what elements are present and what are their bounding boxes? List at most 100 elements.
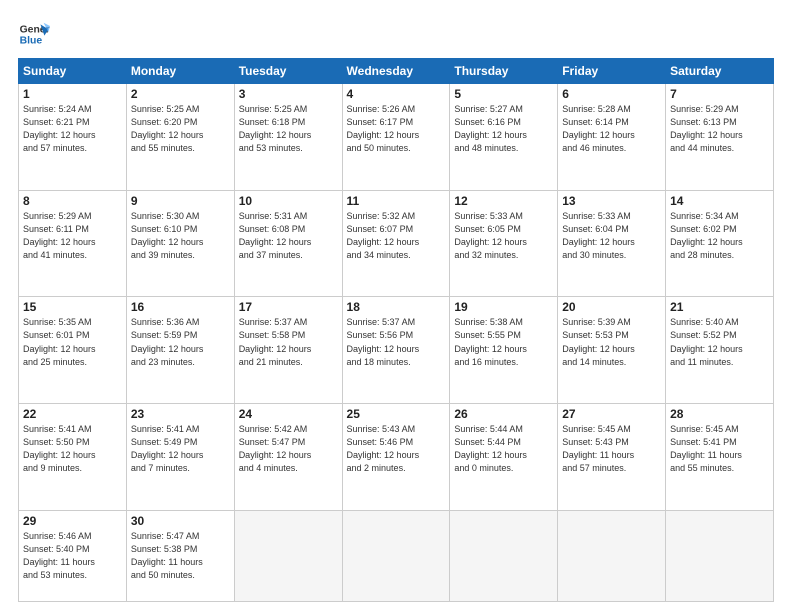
weekday-header-monday: Monday xyxy=(126,59,234,84)
calendar-cell: 21 Sunrise: 5:40 AM Sunset: 5:52 PM Dayli… xyxy=(666,297,774,404)
day-info: Sunrise: 5:25 AM Sunset: 6:20 PM Dayligh… xyxy=(131,103,230,155)
weekday-header-row: SundayMondayTuesdayWednesdayThursdayFrid… xyxy=(19,59,774,84)
calendar-week-row: 8 Sunrise: 5:29 AM Sunset: 6:11 PM Daylig… xyxy=(19,190,774,297)
weekday-header-tuesday: Tuesday xyxy=(234,59,342,84)
day-number: 5 xyxy=(454,87,553,101)
day-info: Sunrise: 5:31 AM Sunset: 6:08 PM Dayligh… xyxy=(239,210,338,262)
day-number: 27 xyxy=(562,407,661,421)
calendar-cell: 18 Sunrise: 5:37 AM Sunset: 5:56 PM Dayli… xyxy=(342,297,450,404)
calendar-cell: 11 Sunrise: 5:32 AM Sunset: 6:07 PM Dayli… xyxy=(342,190,450,297)
day-number: 7 xyxy=(670,87,769,101)
day-info: Sunrise: 5:44 AM Sunset: 5:44 PM Dayligh… xyxy=(454,423,553,475)
day-info: Sunrise: 5:32 AM Sunset: 6:07 PM Dayligh… xyxy=(347,210,446,262)
day-info: Sunrise: 5:39 AM Sunset: 5:53 PM Dayligh… xyxy=(562,316,661,368)
weekday-header-thursday: Thursday xyxy=(450,59,558,84)
header: General Blue xyxy=(18,18,774,50)
calendar-cell: 23 Sunrise: 5:41 AM Sunset: 5:49 PM Dayli… xyxy=(126,404,234,511)
logo: General Blue xyxy=(18,18,50,50)
calendar-week-row: 15 Sunrise: 5:35 AM Sunset: 6:01 PM Dayli… xyxy=(19,297,774,404)
day-info: Sunrise: 5:36 AM Sunset: 5:59 PM Dayligh… xyxy=(131,316,230,368)
calendar-cell: 13 Sunrise: 5:33 AM Sunset: 6:04 PM Dayli… xyxy=(558,190,666,297)
day-number: 30 xyxy=(131,514,230,528)
calendar-cell xyxy=(666,510,774,601)
day-number: 20 xyxy=(562,300,661,314)
day-info: Sunrise: 5:33 AM Sunset: 6:05 PM Dayligh… xyxy=(454,210,553,262)
day-info: Sunrise: 5:41 AM Sunset: 5:49 PM Dayligh… xyxy=(131,423,230,475)
day-number: 29 xyxy=(23,514,122,528)
calendar-week-row: 29 Sunrise: 5:46 AM Sunset: 5:40 PM Dayli… xyxy=(19,510,774,601)
calendar-cell xyxy=(234,510,342,601)
calendar-cell: 3Sunrise: 5:25 AM Sunset: 6:18 PM Daylig… xyxy=(234,84,342,191)
day-number: 12 xyxy=(454,194,553,208)
day-number: 17 xyxy=(239,300,338,314)
calendar-cell: 26Sunrise: 5:44 AM Sunset: 5:44 PM Dayli… xyxy=(450,404,558,511)
calendar-cell: 29 Sunrise: 5:46 AM Sunset: 5:40 PM Dayli… xyxy=(19,510,127,601)
weekday-header-wednesday: Wednesday xyxy=(342,59,450,84)
calendar-cell xyxy=(450,510,558,601)
day-number: 2 xyxy=(131,87,230,101)
calendar-cell: 2 Sunrise: 5:25 AM Sunset: 6:20 PM Daylig… xyxy=(126,84,234,191)
day-info: Sunrise: 5:29 AM Sunset: 6:13 PM Dayligh… xyxy=(670,103,769,155)
page: General Blue SundayMondayTuesdayWednesda… xyxy=(0,0,792,612)
calendar-cell: 15 Sunrise: 5:35 AM Sunset: 6:01 PM Dayli… xyxy=(19,297,127,404)
calendar-cell: 1 Sunrise: 5:24 AM Sunset: 6:21 PM Daylig… xyxy=(19,84,127,191)
calendar-cell: 4Sunrise: 5:26 AM Sunset: 6:17 PM Daylig… xyxy=(342,84,450,191)
day-number: 24 xyxy=(239,407,338,421)
day-info: Sunrise: 5:40 AM Sunset: 5:52 PM Dayligh… xyxy=(670,316,769,368)
calendar-cell: 30 Sunrise: 5:47 AM Sunset: 5:38 PM Dayli… xyxy=(126,510,234,601)
day-number: 23 xyxy=(131,407,230,421)
calendar-cell: 6 Sunrise: 5:28 AM Sunset: 6:14 PM Daylig… xyxy=(558,84,666,191)
day-number: 16 xyxy=(131,300,230,314)
day-info: Sunrise: 5:45 AM Sunset: 5:41 PM Dayligh… xyxy=(670,423,769,475)
day-info: Sunrise: 5:46 AM Sunset: 5:40 PM Dayligh… xyxy=(23,530,122,582)
day-info: Sunrise: 5:28 AM Sunset: 6:14 PM Dayligh… xyxy=(562,103,661,155)
calendar-cell: 16 Sunrise: 5:36 AM Sunset: 5:59 PM Dayli… xyxy=(126,297,234,404)
day-number: 18 xyxy=(347,300,446,314)
day-number: 11 xyxy=(347,194,446,208)
day-number: 21 xyxy=(670,300,769,314)
day-info: Sunrise: 5:34 AM Sunset: 6:02 PM Dayligh… xyxy=(670,210,769,262)
day-info: Sunrise: 5:30 AM Sunset: 6:10 PM Dayligh… xyxy=(131,210,230,262)
day-info: Sunrise: 5:37 AM Sunset: 5:56 PM Dayligh… xyxy=(347,316,446,368)
calendar-cell: 22 Sunrise: 5:41 AM Sunset: 5:50 PM Dayli… xyxy=(19,404,127,511)
day-info: Sunrise: 5:38 AM Sunset: 5:55 PM Dayligh… xyxy=(454,316,553,368)
calendar-week-row: 22 Sunrise: 5:41 AM Sunset: 5:50 PM Dayli… xyxy=(19,404,774,511)
calendar-cell: 10 Sunrise: 5:31 AM Sunset: 6:08 PM Dayli… xyxy=(234,190,342,297)
day-number: 6 xyxy=(562,87,661,101)
calendar-cell: 25Sunrise: 5:43 AM Sunset: 5:46 PM Dayli… xyxy=(342,404,450,511)
day-number: 4 xyxy=(347,87,446,101)
calendar-cell xyxy=(558,510,666,601)
day-number: 8 xyxy=(23,194,122,208)
day-info: Sunrise: 5:42 AM Sunset: 5:47 PM Dayligh… xyxy=(239,423,338,475)
day-info: Sunrise: 5:47 AM Sunset: 5:38 PM Dayligh… xyxy=(131,530,230,582)
calendar-cell: 9Sunrise: 5:30 AM Sunset: 6:10 PM Daylig… xyxy=(126,190,234,297)
svg-text:Blue: Blue xyxy=(20,36,43,47)
day-info: Sunrise: 5:29 AM Sunset: 6:11 PM Dayligh… xyxy=(23,210,122,262)
day-number: 22 xyxy=(23,407,122,421)
calendar-cell: 12 Sunrise: 5:33 AM Sunset: 6:05 PM Dayli… xyxy=(450,190,558,297)
day-number: 13 xyxy=(562,194,661,208)
weekday-header-saturday: Saturday xyxy=(666,59,774,84)
day-number: 15 xyxy=(23,300,122,314)
day-info: Sunrise: 5:45 AM Sunset: 5:43 PM Dayligh… xyxy=(562,423,661,475)
calendar-table: SundayMondayTuesdayWednesdayThursdayFrid… xyxy=(18,58,774,602)
calendar-week-row: 1 Sunrise: 5:24 AM Sunset: 6:21 PM Daylig… xyxy=(19,84,774,191)
weekday-header-friday: Friday xyxy=(558,59,666,84)
calendar-cell: 28Sunrise: 5:45 AM Sunset: 5:41 PM Dayli… xyxy=(666,404,774,511)
day-info: Sunrise: 5:33 AM Sunset: 6:04 PM Dayligh… xyxy=(562,210,661,262)
day-info: Sunrise: 5:41 AM Sunset: 5:50 PM Dayligh… xyxy=(23,423,122,475)
calendar-cell: 20 Sunrise: 5:39 AM Sunset: 5:53 PM Dayli… xyxy=(558,297,666,404)
day-number: 1 xyxy=(23,87,122,101)
logo-icon: General Blue xyxy=(18,18,50,50)
day-info: Sunrise: 5:24 AM Sunset: 6:21 PM Dayligh… xyxy=(23,103,122,155)
day-number: 3 xyxy=(239,87,338,101)
day-info: Sunrise: 5:37 AM Sunset: 5:58 PM Dayligh… xyxy=(239,316,338,368)
day-info: Sunrise: 5:27 AM Sunset: 6:16 PM Dayligh… xyxy=(454,103,553,155)
calendar-cell: 8 Sunrise: 5:29 AM Sunset: 6:11 PM Daylig… xyxy=(19,190,127,297)
day-number: 19 xyxy=(454,300,553,314)
calendar-cell xyxy=(342,510,450,601)
calendar-cell: 19 Sunrise: 5:38 AM Sunset: 5:55 PM Dayli… xyxy=(450,297,558,404)
day-info: Sunrise: 5:35 AM Sunset: 6:01 PM Dayligh… xyxy=(23,316,122,368)
day-number: 14 xyxy=(670,194,769,208)
day-number: 10 xyxy=(239,194,338,208)
